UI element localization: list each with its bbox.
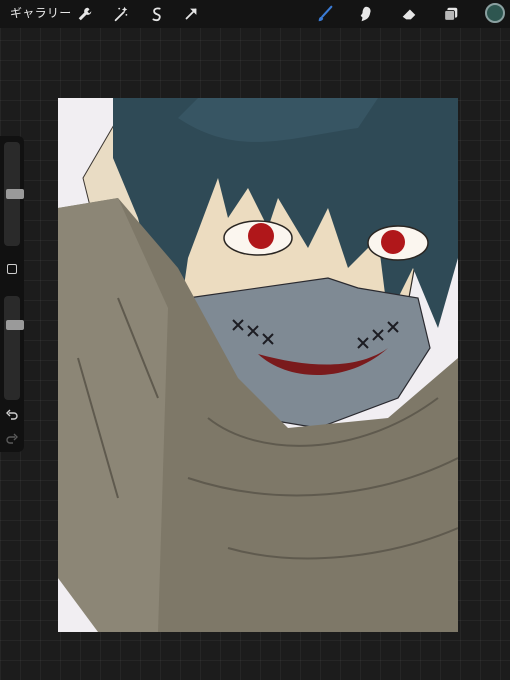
layers-icon[interactable] [440,3,462,25]
left-iris [248,223,274,249]
brush-size-slider[interactable] [4,142,24,246]
opacity-slider[interactable] [4,296,24,400]
opacity-thumb[interactable] [6,319,24,330]
wrench-icon[interactable] [74,3,96,25]
color-picker-swatch[interactable] [485,3,505,23]
eraser-icon[interactable] [398,3,420,25]
smudge-icon[interactable] [356,3,378,25]
redo-icon[interactable] [5,432,19,446]
modify-square-icon[interactable] [7,264,17,274]
brush-size-thumb[interactable] [6,189,24,199]
gallery-button[interactable]: ギャラリー [10,5,72,21]
drawing-canvas[interactable] [58,98,458,632]
left-sidebar [0,136,24,452]
brush-icon[interactable] [314,3,336,25]
selection-icon[interactable] [146,3,168,25]
undo-icon[interactable] [5,408,19,422]
top-toolbar: ギャラリー [0,0,510,28]
magic-wand-icon[interactable] [110,3,132,25]
artwork [58,98,458,632]
move-arrow-icon[interactable] [180,3,202,25]
right-iris [381,230,405,254]
